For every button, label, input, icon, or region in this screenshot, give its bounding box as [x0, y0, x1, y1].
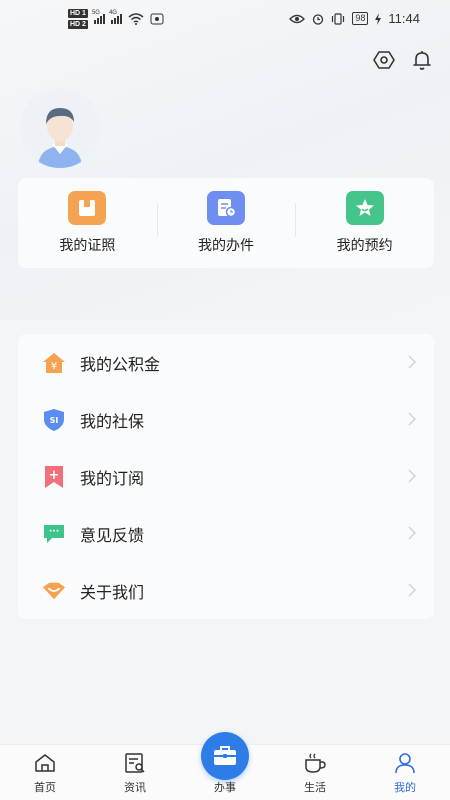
svg-text:+: + — [49, 468, 60, 483]
hd-indicators: HD 1 HD 2 — [68, 9, 88, 29]
coffee-icon — [303, 751, 327, 775]
svg-text:¥: ¥ — [51, 361, 57, 372]
hd1-badge: HD 1 — [68, 9, 88, 18]
about-us-icon — [42, 579, 66, 603]
social-security-shield-icon: SI — [42, 408, 66, 432]
bell-icon — [413, 51, 431, 70]
service-my-applications[interactable]: 我的办件 — [156, 191, 296, 255]
hd2-badge: HD 2 — [68, 20, 88, 29]
vibrate-icon — [332, 12, 345, 25]
news-icon — [123, 751, 147, 775]
chevron-right-icon — [408, 526, 416, 540]
avatar[interactable] — [20, 88, 100, 168]
menu-list: ¥ 我的公积金 SI 我的社保 + 我的订阅 ··· 意见反馈 关于我们 — [18, 334, 434, 619]
center-services-button[interactable] — [201, 732, 249, 780]
chevron-right-icon — [408, 583, 416, 597]
service-my-licenses[interactable]: 我的证照 — [18, 191, 157, 255]
subscription-bookmark-icon: + — [42, 465, 66, 489]
privacy-eye-icon — [150, 13, 164, 25]
signal-1-icon: 5G — [92, 10, 105, 24]
chevron-right-icon — [408, 412, 416, 426]
menu-label: 关于我们 — [80, 584, 145, 602]
home-icon — [33, 751, 57, 775]
settings-button[interactable] — [372, 48, 396, 72]
network-status: HD 1 HD 2 5G 4G — [68, 9, 164, 29]
signal-2-icon: 4G — [109, 10, 122, 24]
eye-icon — [289, 14, 306, 23]
system-status: 98 11:44 — [289, 11, 420, 26]
menu-item-housing-fund[interactable]: ¥ 我的公积金 — [18, 334, 434, 391]
menu-item-social-security[interactable]: SI 我的社保 — [18, 391, 434, 448]
service-my-appointments[interactable]: 我的预约 — [295, 191, 434, 255]
feedback-chat-icon: ··· — [42, 522, 66, 546]
briefcase-icon — [214, 746, 236, 765]
signal-2-tag: 4G — [108, 10, 117, 16]
menu-label: 我的社保 — [80, 413, 145, 431]
housing-fund-icon: ¥ — [42, 351, 66, 375]
license-icon — [68, 191, 107, 225]
chevron-right-icon — [408, 469, 416, 483]
svg-text:···: ··· — [49, 527, 59, 537]
settings-hexagon-icon — [373, 51, 395, 69]
notification-button[interactable] — [410, 48, 434, 72]
menu-item-subscriptions[interactable]: + 我的订阅 — [18, 448, 434, 505]
alarm-icon — [313, 13, 324, 25]
menu-label: 我的订阅 — [80, 470, 145, 488]
tab-label: 我的 — [394, 782, 416, 794]
menu-item-feedback[interactable]: ··· 意见反馈 — [18, 505, 434, 562]
services-card: 我的证照 我的办件 我的预约 — [18, 178, 434, 268]
service-label: 我的证照 — [59, 237, 116, 253]
tab-life[interactable]: 生活 — [270, 745, 360, 800]
tab-mine[interactable]: 我的 — [360, 745, 450, 800]
wifi-icon — [128, 13, 144, 25]
charging-icon — [375, 12, 382, 25]
tab-news[interactable]: 资讯 — [90, 745, 180, 800]
user-icon — [393, 751, 417, 775]
svg-text:SI: SI — [50, 416, 59, 425]
header-actions — [372, 48, 434, 72]
default-avatar-icon — [20, 88, 100, 168]
tab-label: 首页 — [34, 782, 56, 794]
status-bar: HD 1 HD 2 5G 4G 98 11:44 — [0, 0, 450, 40]
signal-1-tag: 5G — [91, 10, 100, 16]
tab-home[interactable]: 首页 — [0, 745, 90, 800]
tab-label: 办事 — [214, 782, 236, 794]
chevron-right-icon — [408, 355, 416, 369]
battery-level: 98 — [352, 12, 369, 25]
service-label: 我的预约 — [336, 237, 393, 253]
document-clock-icon — [207, 191, 245, 225]
tab-label: 资讯 — [124, 782, 146, 794]
star-icon — [345, 191, 384, 225]
menu-label: 我的公积金 — [80, 356, 161, 374]
tab-label: 生活 — [304, 782, 326, 794]
menu-label: 意见反馈 — [80, 527, 145, 545]
menu-item-about-us[interactable]: 关于我们 — [18, 562, 434, 619]
clock: 11:44 — [388, 11, 420, 26]
service-label: 我的办件 — [198, 237, 254, 253]
